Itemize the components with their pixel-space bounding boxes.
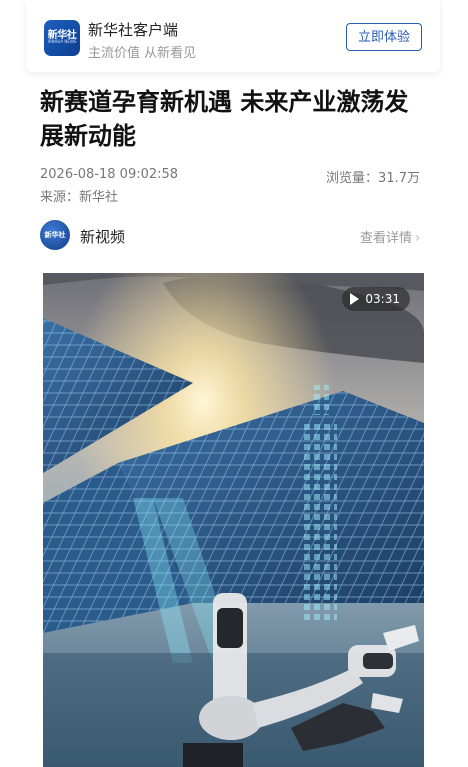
ai-dot: [311, 385, 329, 415]
app-name: 新华社客户端: [88, 21, 179, 39]
video-player[interactable]: 03:31: [43, 273, 424, 767]
ai-letter-i: [301, 423, 337, 623]
app-slogan: 主流价值 从新看见: [88, 46, 197, 61]
article-headline: 新赛道孕育新机遇 未来产业激荡发展新动能: [40, 88, 409, 150]
channel-name[interactable]: 新视频: [80, 226, 125, 247]
app-download-banner: 新华社 XINHUA NEWS 新华社客户端 主流价值 从新看见 立即体验: [26, 0, 440, 72]
chevron-right-icon: ›: [415, 231, 421, 246]
avatar-text: 新华社: [44, 231, 66, 239]
view-details-label: 查看详情: [360, 231, 413, 246]
video-duration-badge[interactable]: 03:31: [342, 287, 410, 311]
publish-date: 2026-08-18 09:02:58: [40, 167, 179, 182]
video-thumbnail: [43, 273, 424, 767]
view-details-link[interactable]: 查看详情 ›: [360, 227, 420, 246]
duration-text: 03:31: [365, 292, 400, 306]
try-now-button[interactable]: 立即体验: [346, 23, 422, 51]
xinhua-app-logo: 新华社 XINHUA NEWS: [44, 20, 80, 56]
play-icon[interactable]: [350, 293, 360, 305]
channel-avatar[interactable]: 新华社: [40, 220, 70, 250]
article-source: 来源：新华社: [40, 190, 119, 205]
view-count: 浏览量：31.7万: [326, 171, 420, 186]
logo-subtext: XINHUA NEWS: [47, 39, 77, 44]
